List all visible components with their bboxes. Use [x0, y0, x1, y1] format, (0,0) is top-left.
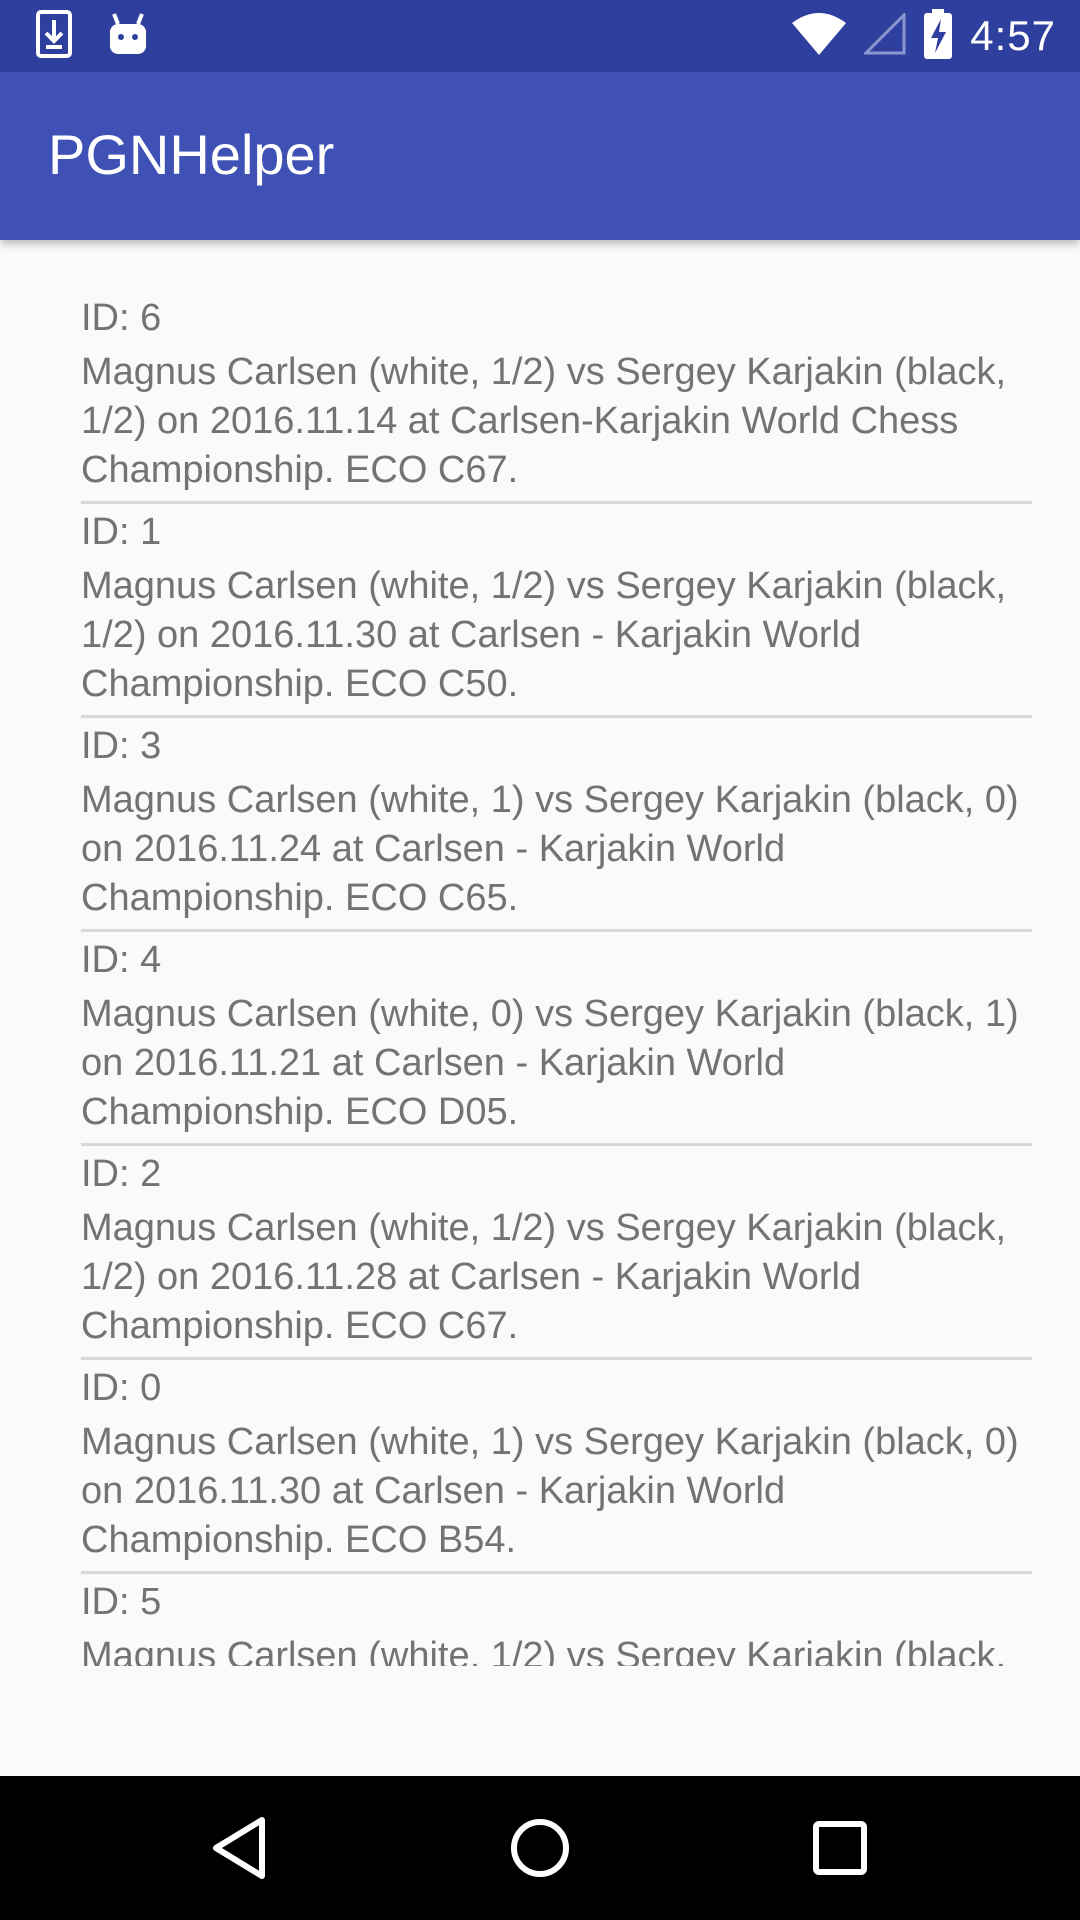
- list-item[interactable]: ID: 6 Magnus Carlsen (white, 1/2) vs Ser…: [81, 294, 1032, 504]
- game-id-label: ID: 5: [81, 1581, 162, 1623]
- game-description: Magnus Carlsen (white, 1/2) vs Sergey Ka…: [81, 351, 1007, 491]
- game-list-container[interactable]: ID: 6 Magnus Carlsen (white, 1/2) vs Ser…: [0, 240, 1080, 1726]
- back-icon: [213, 1817, 265, 1879]
- game-id-label: ID: 0: [81, 1367, 162, 1409]
- notification-icons: [36, 9, 148, 63]
- game-description: Magnus Carlsen (white, 1) vs Sergey Karj…: [81, 779, 1019, 919]
- game-id-label: ID: 2: [81, 1153, 162, 1195]
- status-bar: 4:57: [0, 0, 1080, 72]
- list-item[interactable]: ID: 2 Magnus Carlsen (white, 1/2) vs Ser…: [81, 1150, 1032, 1360]
- list-item[interactable]: ID: 5 Magnus Carlsen (white, 1/2) vs Ser…: [81, 1578, 1032, 1666]
- wifi-icon: [792, 12, 847, 60]
- recents-button[interactable]: [804, 1812, 876, 1884]
- status-time: 4:57: [970, 12, 1056, 59]
- back-button[interactable]: [204, 1812, 276, 1884]
- home-icon: [511, 1819, 569, 1877]
- game-id-label: ID: 3: [81, 725, 162, 767]
- navigation-bar: [0, 1776, 1080, 1920]
- system-icons: 4:57: [792, 8, 1056, 64]
- cell-signal-icon: [862, 10, 906, 60]
- android-debug-icon: [108, 12, 148, 61]
- list-item[interactable]: ID: 1 Magnus Carlsen (white, 1/2) vs Ser…: [81, 508, 1032, 718]
- list-item[interactable]: ID: 3 Magnus Carlsen (white, 1) vs Serge…: [81, 722, 1032, 932]
- game-description: Magnus Carlsen (white, 1/2) vs Sergey Ka…: [81, 565, 1007, 705]
- battery-charging-icon: [924, 8, 953, 64]
- home-button[interactable]: [504, 1812, 576, 1884]
- app-title: PGNHelper: [48, 123, 335, 186]
- game-description: Magnus Carlsen (white, 0) vs Sergey Karj…: [81, 993, 1019, 1133]
- download-notification-icon: [36, 9, 72, 63]
- app-bar: PGNHelper: [0, 72, 1080, 240]
- game-description: Magnus Carlsen (white, 1/2) vs Sergey Ka…: [81, 1207, 1007, 1347]
- game-id-label: ID: 4: [81, 939, 162, 981]
- list-item[interactable]: ID: 4 Magnus Carlsen (white, 0) vs Serge…: [81, 936, 1032, 1146]
- game-description: Magnus Carlsen (white, 1/2) vs Sergey Ka…: [81, 1635, 1007, 1666]
- game-id-label: ID: 6: [81, 297, 162, 339]
- list-item[interactable]: ID: 0 Magnus Carlsen (white, 1) vs Serge…: [81, 1364, 1032, 1574]
- game-description: Magnus Carlsen (white, 1) vs Sergey Karj…: [81, 1421, 1019, 1561]
- recents-icon: [813, 1821, 867, 1875]
- game-list[interactable]: ID: 6 Magnus Carlsen (white, 1/2) vs Ser…: [81, 294, 1032, 1666]
- game-id-label: ID: 1: [81, 511, 162, 553]
